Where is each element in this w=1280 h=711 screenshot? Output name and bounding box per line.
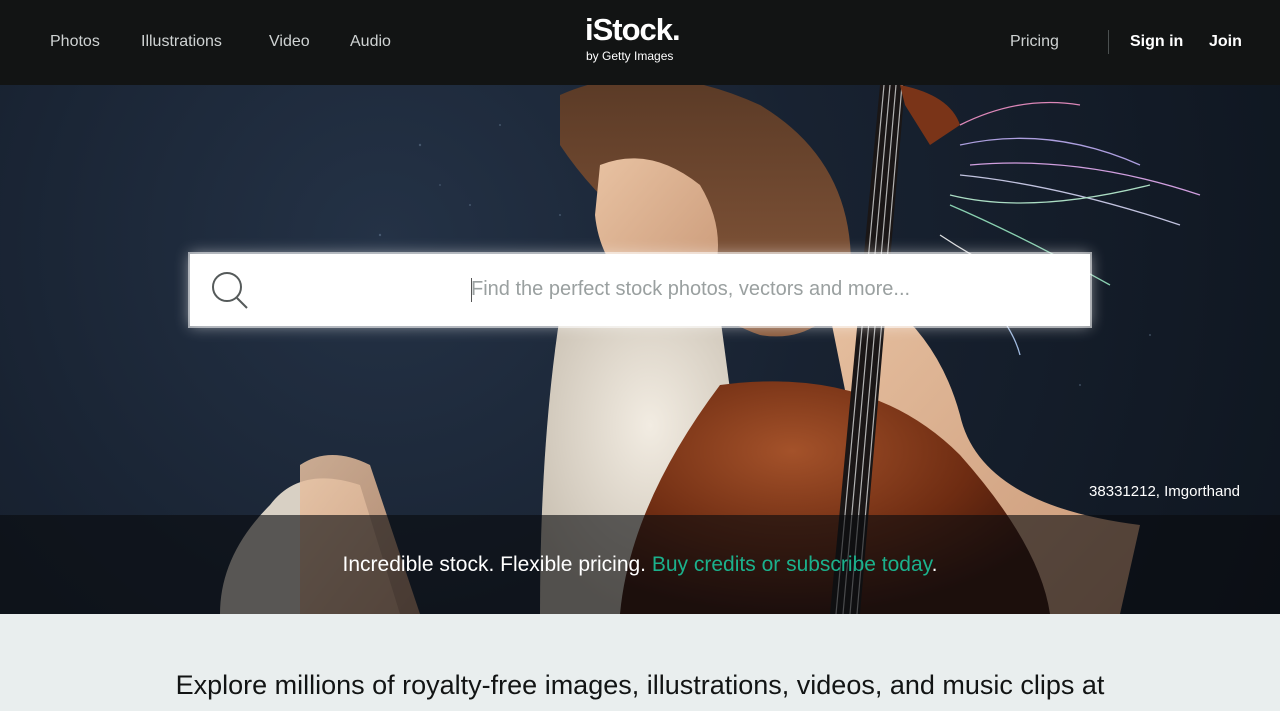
promo-band: Incredible stock. Flexible pricing. Buy … (0, 515, 1280, 614)
explore-section: Explore millions of royalty-free images,… (0, 614, 1280, 711)
search-box[interactable]: Find the perfect stock photos, vectors a… (190, 254, 1090, 326)
buy-credits-link[interactable]: Buy credits or subscribe today (652, 553, 932, 576)
logo-wordmark: iStock. (585, 12, 681, 47)
hero-banner: Find the perfect stock photos, vectors a… (0, 85, 1280, 614)
nav-divider (1108, 30, 1109, 54)
join-link[interactable]: Join (1209, 33, 1242, 51)
promo-message: Incredible stock. Flexible pricing. Buy … (0, 553, 1280, 577)
explore-heading: Explore millions of royalty-free images,… (175, 670, 1105, 700)
nav-video[interactable]: Video (269, 33, 310, 51)
promo-text: Incredible stock. Flexible pricing. (342, 553, 652, 576)
nav-illustrations[interactable]: Illustrations (141, 33, 222, 51)
promo-tail: . (931, 553, 938, 576)
logo-subtitle: by Getty Images (586, 49, 674, 63)
image-credit[interactable]: 38331212, Imgorthand (1089, 483, 1240, 500)
sign-in-link[interactable]: Sign in (1130, 33, 1183, 51)
search-input[interactable] (280, 254, 1070, 326)
nav-pricing[interactable]: Pricing (1010, 33, 1059, 51)
nav-photos[interactable]: Photos (50, 33, 100, 51)
search-icon[interactable] (210, 270, 250, 310)
nav-audio[interactable]: Audio (350, 33, 391, 51)
top-navigation: Photos Illustrations Video Audio iStock.… (0, 0, 1280, 85)
istock-logo[interactable]: iStock. by Getty Images (585, 14, 697, 66)
